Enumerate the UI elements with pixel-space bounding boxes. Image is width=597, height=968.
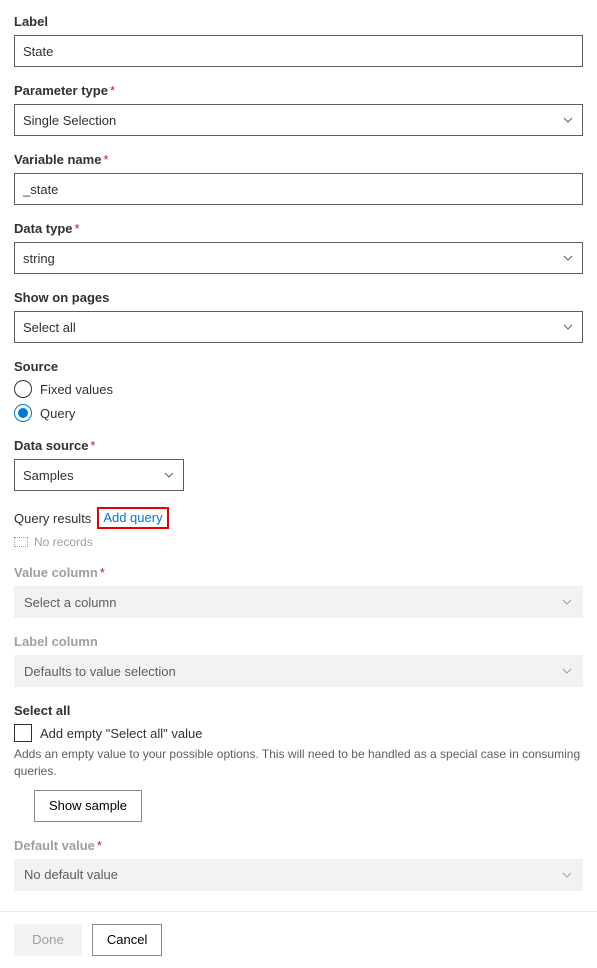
label-column-label: Label column — [14, 634, 583, 649]
chevron-down-icon — [561, 869, 573, 881]
variable-name-value: _state — [23, 182, 58, 197]
chevron-down-icon — [562, 321, 574, 333]
footer: Done Cancel — [0, 911, 597, 968]
source-fixed-label: Fixed values — [40, 382, 113, 397]
variable-name-label: Variable name* — [14, 152, 583, 167]
value-column-placeholder: Select a column — [24, 595, 117, 610]
label-field-label: Label — [14, 14, 583, 29]
data-type-label: Data type* — [14, 221, 583, 236]
data-source-label: Data source* — [14, 438, 583, 453]
show-on-pages-value: Select all — [23, 320, 76, 335]
label-value: State — [23, 44, 53, 59]
value-column-select: Select a column — [14, 586, 583, 618]
source-radio-query[interactable]: Query — [14, 404, 583, 422]
select-all-checkbox[interactable] — [14, 724, 32, 742]
variable-name-input[interactable]: _state — [14, 173, 583, 205]
data-type-value: string — [23, 251, 55, 266]
show-on-pages-select[interactable]: Select all — [14, 311, 583, 343]
chevron-down-icon — [562, 252, 574, 264]
required-marker: * — [100, 565, 105, 580]
select-all-label: Select all — [14, 703, 583, 718]
done-button: Done — [14, 924, 82, 956]
label-input[interactable]: State — [14, 35, 583, 67]
add-query-highlight: Add query — [97, 507, 168, 529]
chevron-down-icon — [163, 469, 175, 481]
required-marker: * — [110, 83, 115, 98]
data-source-value: Samples — [23, 468, 74, 483]
label-column-select: Defaults to value selection — [14, 655, 583, 687]
no-records-row: No records — [14, 535, 583, 549]
chevron-down-icon — [562, 114, 574, 126]
required-marker: * — [90, 438, 95, 453]
required-marker: * — [103, 152, 108, 167]
show-on-pages-label: Show on pages — [14, 290, 583, 305]
chevron-down-icon — [561, 596, 573, 608]
select-all-checkbox-label: Add empty "Select all" value — [40, 726, 202, 741]
table-icon — [14, 537, 28, 547]
chevron-down-icon — [561, 665, 573, 677]
parameter-type-label: Parameter type* — [14, 83, 583, 98]
cancel-button[interactable]: Cancel — [92, 924, 162, 956]
parameter-type-select[interactable]: Single Selection — [14, 104, 583, 136]
select-all-help: Adds an empty value to your possible opt… — [14, 746, 583, 780]
data-source-select[interactable]: Samples — [14, 459, 184, 491]
parameter-type-value: Single Selection — [23, 113, 116, 128]
radio-selected-icon — [14, 404, 32, 422]
radio-icon — [14, 380, 32, 398]
required-marker: * — [97, 838, 102, 853]
source-query-label: Query — [40, 406, 75, 421]
source-label: Source — [14, 359, 583, 374]
no-records-text: No records — [34, 535, 93, 549]
add-query-link[interactable]: Add query — [103, 510, 162, 525]
source-radio-fixed[interactable]: Fixed values — [14, 380, 583, 398]
default-value-placeholder: No default value — [24, 867, 118, 882]
default-value-label: Default value* — [14, 838, 583, 853]
value-column-label: Value column* — [14, 565, 583, 580]
label-column-placeholder: Defaults to value selection — [24, 664, 176, 679]
show-sample-button[interactable]: Show sample — [34, 790, 142, 822]
data-type-select[interactable]: string — [14, 242, 583, 274]
required-marker: * — [75, 221, 80, 236]
query-results-label: Query results — [14, 511, 91, 526]
default-value-select: No default value — [14, 859, 583, 891]
